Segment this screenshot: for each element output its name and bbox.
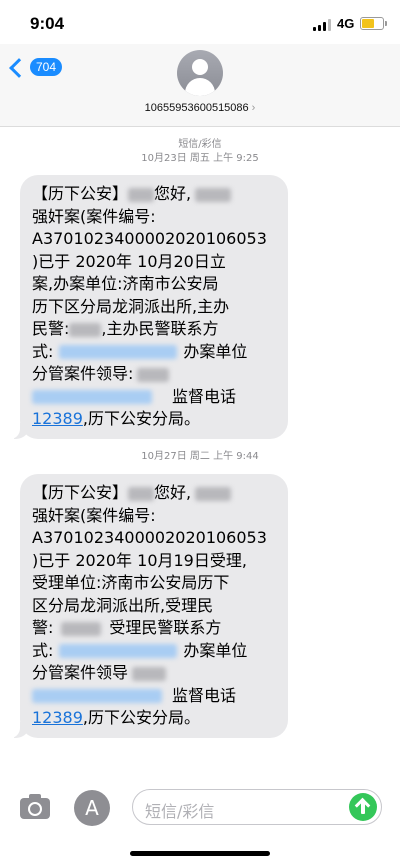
message-text: )已于 2020年 10月20日立 [32, 251, 226, 271]
message-text: 【历下公安】 [32, 483, 129, 502]
message-bubble[interactable]: 【历下公安】 您好, 强奸案(案件编号: A3701023400002020106… [8, 175, 288, 439]
message-text: 监督电话 [172, 685, 237, 705]
message-text: 区分局龙洞派出所,受理民 [32, 595, 214, 615]
message-text: 您好, [154, 184, 192, 203]
message-bubble[interactable]: 【历下公安】 您好, 强奸案(案件编号: A3701023400002020106… [8, 474, 288, 738]
thread-type-label: 短信/彩信 [178, 139, 222, 150]
message-text: 分管案件领导 [32, 663, 129, 682]
message-text: 监督电话 [172, 386, 237, 406]
redacted-link [32, 390, 152, 404]
redacted-text [128, 187, 155, 202]
redacted-link [59, 644, 178, 658]
phone-link[interactable]: 12389 [32, 409, 83, 428]
unread-count-badge: 704 [30, 58, 63, 76]
redacted-link [32, 689, 162, 703]
contact-number[interactable]: 10655953600515086 › [0, 102, 400, 114]
signal-icon [313, 19, 333, 31]
redacted-link [59, 345, 178, 359]
redacted-text [128, 486, 155, 501]
redacted-text [137, 367, 170, 382]
message-text: 式: [32, 640, 54, 660]
message-text: 强奸案(案件编号: [32, 206, 156, 226]
status-time: 9:04 [30, 14, 65, 33]
app-store-icon: A [85, 796, 99, 820]
app-store-button[interactable]: A [74, 790, 110, 826]
battery-icon [360, 17, 387, 30]
phone-link[interactable]: 12389 [32, 708, 83, 727]
home-indicator [130, 851, 270, 856]
contact-avatar[interactable] [177, 50, 223, 96]
message-text: ,历下公安分局。 [82, 708, 200, 727]
status-bar: 9:04 4G [0, 0, 400, 44]
send-button[interactable] [349, 793, 377, 821]
message-text: 警: [32, 618, 54, 637]
contact-number-text: 10655953600515086 [144, 102, 249, 114]
message-text: 式: [32, 341, 54, 361]
message-timestamp: 10月23日 周五 上午 9:25 [141, 153, 259, 164]
message-input-placeholder: 短信/彩信 [145, 802, 215, 821]
message-text: 受理单位:济南市公安局历下 [32, 573, 230, 592]
message-text: 案,办案单位:济南市公安局 [32, 274, 219, 293]
message-timestamp: 10月27日 周二 上午 9:44 [141, 451, 259, 462]
camera-button[interactable] [18, 790, 52, 824]
chevron-left-icon [9, 57, 29, 78]
redacted-text [69, 322, 102, 337]
message-input[interactable]: 短信/彩信 [132, 789, 382, 825]
redacted-text [195, 187, 232, 202]
message-text: 办案单位 [183, 640, 248, 660]
message-text: 民警: [32, 319, 70, 338]
message-text: ,历下公安分局。 [82, 409, 200, 428]
network-type: 4G [337, 16, 355, 31]
message-text: 强奸案(案件编号: [32, 505, 156, 525]
redacted-text [195, 486, 232, 501]
message-text: 您好, [154, 483, 192, 502]
message-text: 【历下公安】 [32, 184, 129, 203]
back-button[interactable]: 704 [9, 57, 63, 78]
message-text: ,主办民警联系方 [101, 319, 219, 338]
message-text: 受理民警联系方 [109, 618, 222, 637]
redacted-text [61, 621, 102, 636]
message-text: A3701023400002020106053 [32, 229, 267, 248]
redacted-text [132, 666, 167, 681]
message-text: 办案单位 [183, 341, 248, 361]
message-text: )已于 2020年 10月19日受理, [32, 550, 247, 570]
conversation-header: 704 10655953600515086 › [0, 44, 400, 127]
message-text: 历下区分局龙洞派出所,主办 [32, 296, 230, 316]
message-text: A3701023400002020106053 [32, 528, 267, 547]
chevron-right-icon: › [251, 102, 256, 114]
message-text: 分管案件领导: [32, 364, 134, 383]
